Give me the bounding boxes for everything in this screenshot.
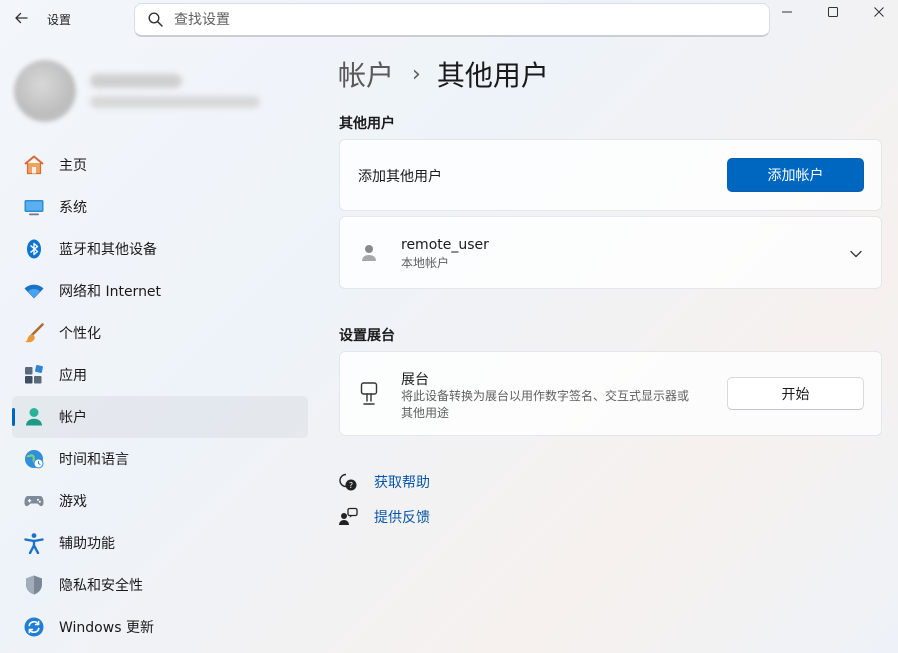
user-icon [360,243,378,263]
sidebar-item-home[interactable]: 主页 [12,144,308,186]
sidebar-item-label: 网络和 Internet [59,284,162,300]
account-icon [23,406,45,428]
sidebar-item-bluetooth[interactable]: 蓝牙和其他设备 [12,228,308,270]
breadcrumb-parent[interactable]: 帐户 [338,54,394,94]
close-button[interactable] [856,0,898,24]
kiosk-description-line2: 其他用途 [401,406,450,420]
sidebar-item-windows-update[interactable]: Windows 更新 [12,606,308,648]
kiosk-card: 展台 将此设备转换为展台以用作数字签名、交互式显示器或 其他用途 开始 [339,351,882,436]
get-help-link[interactable]: ? 获取帮助 [338,472,430,492]
avatar [14,60,76,122]
sidebar-item-system[interactable]: 系统 [12,186,308,228]
sidebar-item-label: 辅助功能 [59,536,115,552]
kiosk-title: 展台 [401,372,429,388]
shield-icon [23,574,45,596]
sidebar-item-apps[interactable]: 应用 [12,354,308,396]
arrow-left-icon [15,12,28,24]
chevron-down-icon[interactable] [849,247,863,261]
search-box[interactable] [134,3,770,37]
get-help-text[interactable]: 获取帮助 [374,472,430,492]
sidebar-item-privacy[interactable]: 隐私和安全性 [12,564,308,606]
sidebar-item-time-language[interactable]: 时间和语言 [12,438,308,480]
user-type: 本地帐户 [401,256,450,270]
main-content: 帐户 › 其他用户 其他用户 添加其他用户 添加帐户 remote_user 本… [320,40,898,653]
gamepad-icon [23,490,45,512]
app-title: 设置 [47,13,72,27]
sidebar-item-label: 主页 [59,158,87,174]
nav-list: 主页 系统 蓝牙和其他设备 网络和 Internet 个性化 应用 帐户 时间和… [12,144,308,648]
apps-icon [23,364,45,386]
bluetooth-icon [23,238,45,260]
sidebar-item-label: 应用 [59,368,87,384]
user-name: remote_user [401,237,489,253]
sidebar-item-label: 隐私和安全性 [59,578,143,594]
close-icon [874,7,884,17]
sidebar-item-accounts[interactable]: 帐户 [12,396,308,438]
add-user-card: 添加其他用户 添加帐户 [339,139,882,211]
search-icon [146,11,164,29]
add-account-button[interactable]: 添加帐户 [727,158,864,192]
kiosk-icon [360,382,378,406]
sidebar-item-label: 蓝牙和其他设备 [59,242,157,258]
minimize-button[interactable] [764,0,810,24]
sidebar-item-network[interactable]: 网络和 Internet [12,270,308,312]
give-feedback-text[interactable]: 提供反馈 [374,507,430,527]
minimize-icon [782,11,792,13]
back-button[interactable] [10,7,32,29]
user-card-remote-user[interactable]: remote_user 本地帐户 [339,216,882,289]
sidebar-item-label: 游戏 [59,494,87,510]
title-bar: 设置 [0,0,898,40]
maximize-button[interactable] [810,0,856,24]
sidebar-item-personalization[interactable]: 个性化 [12,312,308,354]
section-title-kiosk: 设置展台 [339,328,395,344]
help-chat-icon: ? [338,472,358,492]
accessibility-icon [23,532,45,554]
user-profile[interactable] [12,60,292,130]
kiosk-start-button[interactable]: 开始 [727,377,864,410]
profile-email-blurred [90,96,260,108]
give-feedback-link[interactable]: 提供反馈 [338,507,430,527]
search-input[interactable] [174,11,734,28]
breadcrumb-separator: › [412,61,421,87]
feedback-icon [338,507,358,527]
sidebar-item-label: Windows 更新 [59,620,154,636]
page-title: 其他用户 [436,59,549,92]
add-user-label: 添加其他用户 [358,169,442,185]
section-title-other-users: 其他用户 [339,116,395,132]
sidebar: 主页 系统 蓝牙和其他设备 网络和 Internet 个性化 应用 帐户 时间和… [0,40,320,653]
brush-icon [23,322,45,344]
breadcrumb: 帐户 › 其他用户 [338,54,549,94]
sidebar-item-gaming[interactable]: 游戏 [12,480,308,522]
kiosk-description-line1: 将此设备转换为展台以用作数字签名、交互式显示器或 [401,389,690,403]
sidebar-item-label: 系统 [59,200,87,216]
svg-text:?: ? [349,481,353,490]
globe-clock-icon [23,448,45,470]
sidebar-item-accessibility[interactable]: 辅助功能 [12,522,308,564]
update-icon [23,616,45,638]
home-icon [23,154,45,176]
maximize-icon [828,7,838,17]
wifi-icon [23,280,45,302]
monitor-icon [23,196,45,218]
profile-name-blurred [90,74,182,88]
sidebar-item-label: 个性化 [59,326,101,342]
sidebar-item-label: 帐户 [59,410,87,426]
sidebar-item-label: 时间和语言 [59,452,129,468]
